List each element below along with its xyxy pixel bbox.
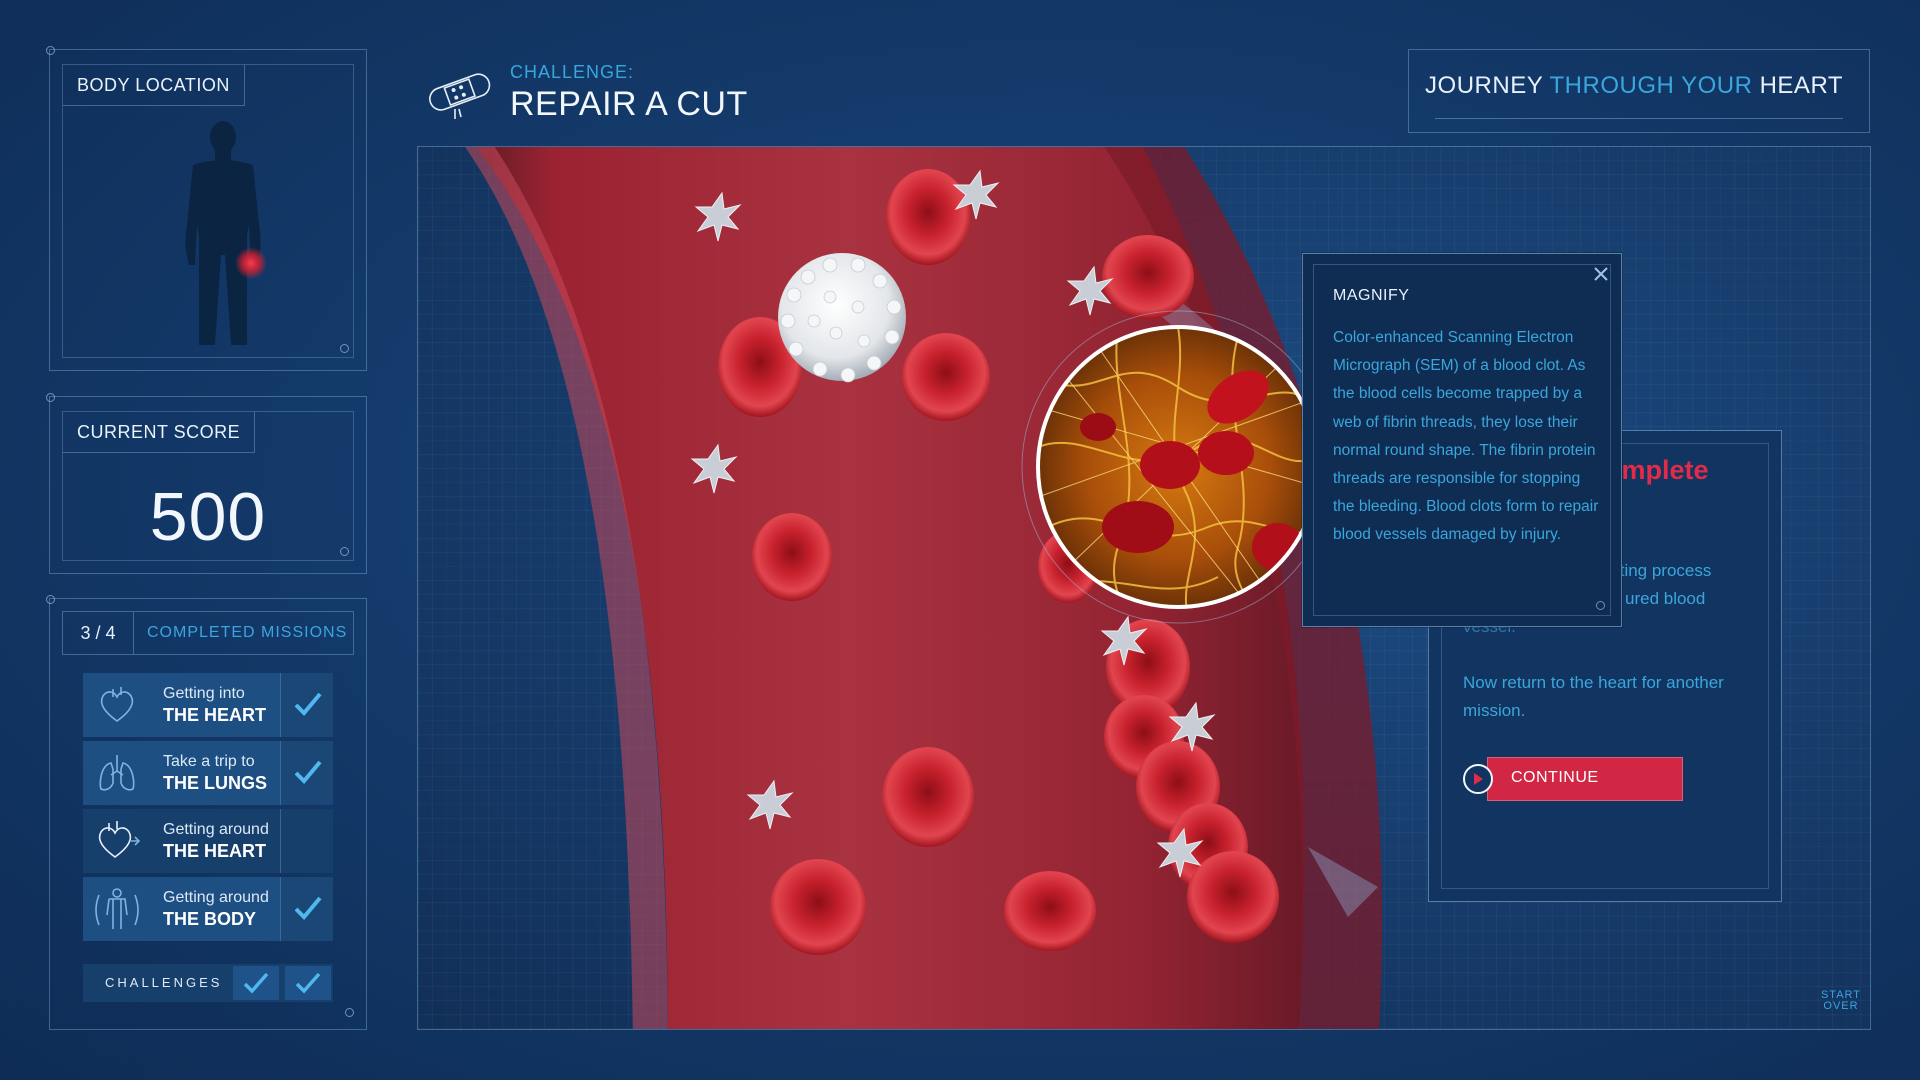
complete-message: Now return to the heart for another miss… <box>1463 673 1724 720</box>
play-icon[interactable] <box>1463 764 1493 794</box>
journey-title: JOURNEY THROUGH YOUR HEART <box>1425 72 1843 100</box>
red-blood-cell <box>752 513 832 601</box>
challenge-header: CHALLENGE: REPAIR A CUT <box>425 55 845 125</box>
missions-count: 3 / 4 <box>63 612 134 654</box>
missions-panel: 3 / 4 COMPLETED MISSIONS Getting into TH… <box>46 595 367 1030</box>
close-icon[interactable] <box>1591 264 1611 284</box>
complete-partial-text: tting process <box>1615 561 1712 580</box>
mission-item-heart[interactable]: Getting into THE HEART <box>83 673 333 737</box>
panel-corner-dot <box>1596 601 1605 610</box>
checkmark-icon <box>294 760 322 784</box>
magnify-description: Color-enhanced Scanning Electron Microgr… <box>1333 329 1599 544</box>
journey-word-3: HEART <box>1759 72 1843 99</box>
start-over-line2[interactable]: OVER <box>1818 1001 1864 1012</box>
challenge-check-1 <box>233 966 279 1000</box>
body-icon <box>95 888 139 929</box>
score-panel: CURRENT SCORE 500 <box>46 393 367 574</box>
injury-location-marker <box>235 247 267 279</box>
body-location-panel: BODY LOCATION <box>46 46 367 371</box>
checkmark-icon <box>243 972 269 994</box>
challenge-kicker: CHALLENGE: <box>510 62 635 82</box>
mission-line1: Getting around <box>163 889 269 906</box>
continue-label[interactable]: CONTINUE <box>1511 757 1599 799</box>
challenge-title: REPAIR A CUT <box>510 85 748 123</box>
panel-corner-dot <box>46 393 55 402</box>
start-over-button[interactable]: START OVER <box>1818 990 1864 1012</box>
mission-status <box>280 877 333 941</box>
red-blood-cell <box>886 169 970 265</box>
divider <box>1435 118 1843 119</box>
score-value: 500 <box>149 479 267 555</box>
continue-button[interactable]: CONTINUE <box>1463 757 1683 801</box>
journey-title-panel: JOURNEY THROUGH YOUR HEART <box>1408 49 1870 133</box>
mission-status <box>280 741 333 805</box>
red-blood-cell <box>1102 235 1194 319</box>
journey-word-2: THROUGH YOUR <box>1549 72 1753 99</box>
checkmark-icon <box>294 692 322 716</box>
panel-corner-dot <box>46 46 55 55</box>
panel-corner-dot <box>46 595 55 604</box>
checkmark-icon <box>295 972 321 994</box>
mission-item-body[interactable]: Getting around THE BODY <box>83 877 333 941</box>
panel-corner-dot <box>340 547 349 556</box>
complete-partial-text: ured blood <box>1625 589 1706 608</box>
mission-line1: Take a trip to <box>163 753 255 770</box>
lungs-icon <box>99 755 135 791</box>
journey-word-1: JOURNEY <box>1425 72 1543 99</box>
panel-corner-dot <box>345 1008 354 1017</box>
body-location-label: BODY LOCATION <box>63 65 245 106</box>
red-blood-cell <box>902 333 990 421</box>
checkmark-icon <box>294 896 322 920</box>
magnify-popup: MAGNIFY Color-enhanced Scanning Electron… <box>1302 253 1622 627</box>
heart-icon <box>100 687 134 722</box>
red-blood-cell <box>1187 851 1279 943</box>
body-silhouette-icon <box>185 121 267 345</box>
mission-line2: THE LUNGS <box>163 773 268 793</box>
challenges-bar: CHALLENGES <box>83 964 333 1002</box>
magnify-title: MAGNIFY <box>1333 287 1410 304</box>
white-blood-cell <box>778 253 906 383</box>
red-blood-cell <box>882 747 974 847</box>
missions-title: COMPLETED MISSIONS <box>147 624 348 641</box>
red-blood-cell <box>770 859 866 955</box>
mission-status <box>280 673 333 737</box>
mission-line1: Getting into <box>163 685 245 702</box>
score-inner: CURRENT SCORE 500 <box>62 411 354 561</box>
mission-line2: THE BODY <box>163 909 257 929</box>
mission-item-lungs[interactable]: Take a trip to THE LUNGS <box>83 741 333 805</box>
mission-line1: Getting around <box>163 821 269 838</box>
heart-flow-icon <box>98 821 141 858</box>
body-location-inner: BODY LOCATION <box>62 64 354 358</box>
mission-status-empty <box>280 809 333 873</box>
mission-line2: THE HEART <box>163 705 266 725</box>
challenge-check-2 <box>285 966 331 1000</box>
red-blood-cell <box>1004 871 1096 951</box>
score-label: CURRENT SCORE <box>63 412 256 453</box>
mission-line2: THE HEART <box>163 841 266 861</box>
bandage-icon <box>429 73 491 119</box>
challenges-label: CHALLENGES <box>105 975 223 990</box>
panel-corner-dot <box>340 344 349 353</box>
mission-item-heart-around[interactable]: Getting around THE HEART <box>83 809 333 873</box>
missions-header: 3 / 4 COMPLETED MISSIONS <box>62 611 354 655</box>
